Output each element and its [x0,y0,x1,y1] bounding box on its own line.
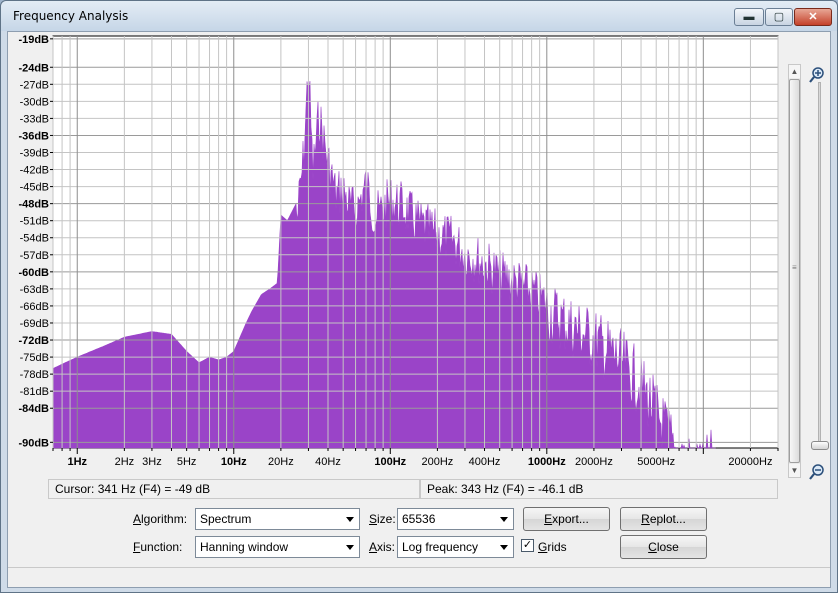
scrollbar-thumb[interactable]: ≡ [789,79,800,463]
y-tick-label: -63dB [20,284,49,296]
y-tick-label: -69dB [20,318,49,330]
close-button[interactable]: Close [620,535,707,559]
size-select[interactable]: 65536 [397,508,514,530]
grids-label[interactable]: Grids [538,540,567,554]
function-select[interactable]: Hanning window [195,536,360,558]
minimize-button[interactable]: ▬ [734,8,764,26]
x-tick-label: 1Hz [67,456,87,468]
x-tick-label: 100Hz [374,456,406,468]
scroll-up-arrow-icon[interactable]: ▲ [789,65,800,78]
zoom-slider-track[interactable] [818,82,821,450]
cursor-label: Cursor: [55,482,95,496]
x-tick-label: 5Hz [177,456,197,468]
algorithm-value: Spectrum [200,512,252,526]
x-tick-label: 3Hz [142,456,162,468]
vertical-scrollbar[interactable]: ▲ ≡ ▼ [788,64,801,478]
zoom-out-icon[interactable] [808,463,826,481]
size-label: Size: [369,512,396,526]
algorithm-select[interactable]: Spectrum [195,508,360,530]
y-tick-label: -72dB [18,335,49,347]
peak-value: 343 Hz (F4) = -46.1 dB [461,482,584,496]
export-button[interactable]: Export... [523,507,610,531]
chevron-down-icon [346,545,354,550]
y-tick-label: -39dB [20,147,49,159]
y-tick-label: -45dB [20,182,49,194]
dialog-client-area: -19dB -24dB -27dB -30dB -33dB -36dB -39dB -42dB… [7,31,831,588]
y-tick-label: -42dB [20,165,49,177]
frequency-analysis-window: Frequency Analysis ▬ ▢ ✕ -19dB -24dB -27dB… [0,0,838,593]
close-window-button[interactable]: ✕ [794,8,832,26]
y-tick-label: -81dB [20,386,49,398]
x-tick-label: 1000Hz [528,456,566,468]
y-tick-label: -78dB [20,369,49,381]
cursor-info: Cursor: 341 Hz (F4) = -49 dB [48,479,420,499]
axis-value: Log frequency [402,540,479,554]
algorithm-label: Algorithm: [133,512,188,526]
y-tick-label: -24dB [18,62,49,74]
axis-select[interactable]: Log frequency [397,536,514,558]
grip-icon: ≡ [792,263,797,272]
x-tick-label: 40Hz [315,456,341,468]
replot-button[interactable]: Replot... [620,507,707,531]
x-tick-label: 20000Hz [728,456,772,468]
maximize-button[interactable]: ▢ [765,8,793,26]
y-tick-label: -19dB [18,34,49,46]
y-tick-label: -27dB [20,79,49,91]
x-tick-label: 2000Hz [575,456,613,468]
cursor-value: 341 Hz (F4) = -49 dB [97,482,211,496]
y-tick-label: -30dB [20,96,49,108]
x-tick-label: 2Hz [115,456,135,468]
y-tick-label: -84dB [18,403,49,415]
function-value: Hanning window [200,540,289,554]
y-tick-label: -33dB [20,113,49,125]
window-title: Frequency Analysis [13,9,129,23]
zoom-in-icon[interactable] [808,66,826,84]
x-tick-label: 10Hz [221,456,247,468]
y-tick-label: -57dB [20,250,49,262]
x-tick-label: 200Hz [422,456,454,468]
chevron-down-icon [500,545,508,550]
peak-label: Peak: [427,482,458,496]
y-tick-label: -36dB [18,130,49,142]
y-tick-label: -48dB [18,199,49,211]
y-tick-label: -60dB [18,267,49,279]
spectrum-plot[interactable]: -19dB -24dB -27dB -30dB -33dB -36dB -39dB -42dB… [8,32,832,472]
peak-info: Peak: 343 Hz (F4) = -46.1 dB [420,479,778,499]
scroll-down-arrow-icon[interactable]: ▼ [789,464,800,477]
y-tick-label: -75dB [20,352,49,364]
chevron-down-icon [346,517,354,522]
size-value: 65536 [402,512,436,526]
title-bar[interactable]: Frequency Analysis ▬ ▢ ✕ [1,1,837,31]
y-tick-label: -51dB [20,216,49,228]
x-tick-label: 5000Hz [637,456,675,468]
x-tick-label: 20Hz [268,456,294,468]
function-label: Function: [133,540,183,554]
y-tick-label: -90dB [18,437,49,449]
grids-checkbox[interactable]: ✓ [521,539,534,552]
status-bar [8,567,830,587]
axis-label: Axis: [369,540,396,554]
y-tick-label: -54dB [20,233,49,245]
y-tick-label: -66dB [20,301,49,313]
chevron-down-icon [500,517,508,522]
x-tick-label: 400Hz [469,456,501,468]
zoom-slider-thumb[interactable] [811,441,829,450]
